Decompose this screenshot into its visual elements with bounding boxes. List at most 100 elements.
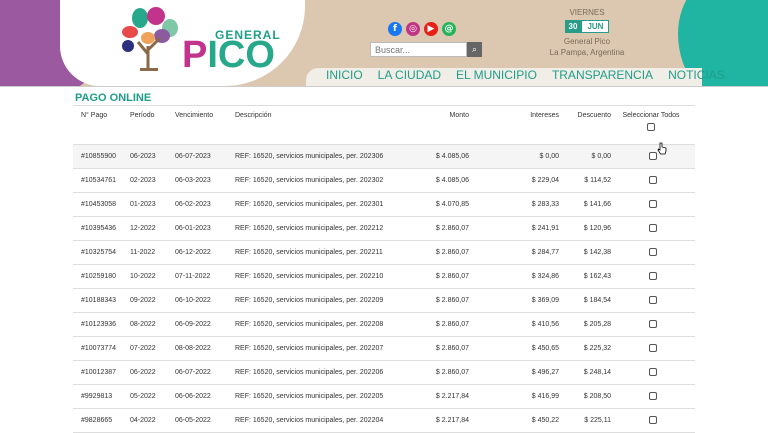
nav-item-la-ciudad[interactable]: LA CIUDAD xyxy=(378,68,441,83)
row-checkbox[interactable] xyxy=(649,320,657,328)
table-row: #10534761 02-2023 06-03-2023 REF: 16520, se… xyxy=(73,168,695,193)
cell-intereses: $ 450,22 xyxy=(469,408,559,433)
cell-select xyxy=(611,312,695,337)
cell-intereses: $ 496,27 xyxy=(469,360,559,385)
whatsapp-icon[interactable]: @ xyxy=(442,22,456,36)
cell-descripcion: REF: 16520, servicios municipales, per. … xyxy=(235,192,415,217)
cell-intereses: $ 283,33 xyxy=(469,192,559,217)
col-header-intereses: Intereses xyxy=(469,106,559,145)
cell-num: #10395436 xyxy=(73,216,130,241)
row-checkbox[interactable] xyxy=(649,224,657,232)
cell-num: #10453058 xyxy=(73,192,130,217)
payments-table: N° Pago Período Vencimiento Descripción … xyxy=(73,106,695,433)
date-weekday: VIERNES xyxy=(569,8,605,17)
row-checkbox[interactable] xyxy=(649,176,657,184)
cell-intereses: $ 241,91 xyxy=(469,216,559,241)
instagram-icon[interactable]: ◎ xyxy=(406,22,420,36)
main-nav: INICIO LA CIUDAD EL MUNICIPIO TRANSPAREN… xyxy=(326,68,725,83)
cell-vencimiento: 06-01-2023 xyxy=(175,216,235,241)
row-checkbox[interactable] xyxy=(649,248,657,256)
cell-descuento: $ 162,43 xyxy=(559,264,611,289)
cell-intereses: $ 284,77 xyxy=(469,240,559,265)
row-checkbox[interactable] xyxy=(649,416,657,424)
select-all-checkbox[interactable] xyxy=(647,123,655,131)
cell-select xyxy=(611,408,695,433)
cell-select xyxy=(611,336,695,361)
cell-descuento: $ 248,14 xyxy=(559,360,611,385)
row-checkbox[interactable] xyxy=(649,152,657,160)
page-title: PAGO ONLINE xyxy=(73,90,695,106)
row-checkbox[interactable] xyxy=(649,344,657,352)
table-row: #9929813 05-2022 06-06-2022 REF: 16520, ser… xyxy=(73,384,695,409)
logo-text-pico-initial: P xyxy=(182,34,208,76)
search-bar: ⌕ xyxy=(370,42,482,57)
nav-item-transparencia[interactable]: TRANSPARENCIA xyxy=(552,68,653,83)
date-month: JUN xyxy=(581,20,610,33)
cell-monto: $ 2.860,07 xyxy=(415,288,469,313)
mouse-pointer-icon xyxy=(657,142,667,155)
youtube-icon[interactable]: ▶ xyxy=(424,22,438,36)
cell-num: #9828665 xyxy=(73,408,130,433)
cell-periodo: 06-2022 xyxy=(130,360,175,385)
col-header-periodo: Período xyxy=(130,106,175,145)
row-checkbox[interactable] xyxy=(649,200,657,208)
table-row: #10073774 07-2022 08-08-2022 REF: 16520, se… xyxy=(73,336,695,361)
row-checkbox[interactable] xyxy=(649,296,657,304)
site-header: GENERAL PICO f ◎ ▶ @ ⌕ VIERNES 30 JUN Ge… xyxy=(0,0,768,86)
cell-vencimiento: 06-07-2023 xyxy=(175,144,235,169)
cell-periodo: 05-2022 xyxy=(130,384,175,409)
logo-text-pico[interactable]: PICO xyxy=(182,36,275,74)
cell-monto: $ 2.217,84 xyxy=(415,408,469,433)
col-header-vencimiento: Vencimiento xyxy=(175,106,235,145)
cell-descripcion: REF: 16520, servicios municipales, per. … xyxy=(235,216,415,241)
table-row: #10188343 09-2022 06-10-2022 REF: 16520, se… xyxy=(73,288,695,313)
facebook-icon[interactable]: f xyxy=(388,22,402,36)
cell-vencimiento: 06-07-2022 xyxy=(175,360,235,385)
cell-periodo: 12-2022 xyxy=(130,216,175,241)
nav-item-noticias[interactable]: NOTICIAS xyxy=(668,68,725,83)
cell-num: #10188343 xyxy=(73,288,130,313)
cell-periodo: 10-2022 xyxy=(130,264,175,289)
search-button[interactable]: ⌕ xyxy=(467,42,482,57)
cell-monto: $ 4.085,06 xyxy=(415,168,469,193)
cell-vencimiento: 06-09-2022 xyxy=(175,312,235,337)
cell-descuento: $ 142,38 xyxy=(559,240,611,265)
table-row: #10123936 08-2022 06-09-2022 REF: 16520, se… xyxy=(73,312,695,337)
cell-num: #9929813 xyxy=(73,384,130,409)
cell-descuento: $ 208,50 xyxy=(559,384,611,409)
row-checkbox[interactable] xyxy=(649,392,657,400)
cell-select xyxy=(611,264,695,289)
cell-num: #10855900 xyxy=(73,144,130,169)
cell-vencimiento: 06-12-2022 xyxy=(175,240,235,265)
cell-num: #10073774 xyxy=(73,336,130,361)
date-day-month: 30 JUN xyxy=(548,20,626,33)
cell-num: #10325754 xyxy=(73,240,130,265)
cell-descuento: $ 205,28 xyxy=(559,312,611,337)
cell-periodo: 06-2023 xyxy=(130,144,175,169)
cell-monto: $ 2.860,07 xyxy=(415,312,469,337)
row-checkbox[interactable] xyxy=(649,368,657,376)
search-input[interactable] xyxy=(370,42,467,57)
nav-item-inicio[interactable]: INICIO xyxy=(326,68,363,83)
tree-logo-icon[interactable] xyxy=(118,6,182,72)
nav-item-el-municipio[interactable]: EL MUNICIPIO xyxy=(456,68,537,83)
cell-select xyxy=(611,144,695,169)
row-checkbox[interactable] xyxy=(649,272,657,280)
cell-descripcion: REF: 16520, servicios municipales, per. … xyxy=(235,144,415,169)
cell-monto: $ 4.085,06 xyxy=(415,144,469,169)
cell-periodo: 11-2022 xyxy=(130,240,175,265)
date-day: 30 xyxy=(564,20,582,33)
cell-vencimiento: 06-02-2023 xyxy=(175,192,235,217)
cell-descripcion: REF: 16520, servicios municipales, per. … xyxy=(235,312,415,337)
cell-monto: $ 2.860,07 xyxy=(415,240,469,265)
cell-monto: $ 2.217,84 xyxy=(415,384,469,409)
col-header-monto: Monto xyxy=(415,106,469,145)
cell-descripcion: REF: 16520, servicios municipales, per. … xyxy=(235,168,415,193)
cell-num: #10012387 xyxy=(73,360,130,385)
cell-descuento: $ 114,52 xyxy=(559,168,611,193)
cell-descuento: $ 225,11 xyxy=(559,408,611,433)
cell-periodo: 02-2023 xyxy=(130,168,175,193)
cell-monto: $ 2.860,07 xyxy=(415,216,469,241)
cell-periodo: 09-2022 xyxy=(130,288,175,313)
cell-periodo: 04-2022 xyxy=(130,408,175,433)
